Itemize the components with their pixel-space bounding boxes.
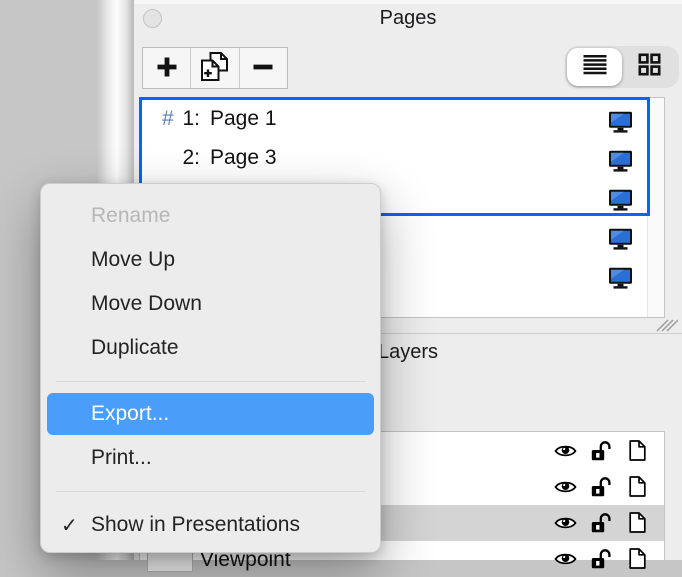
panel-top-edge (134, 0, 682, 4)
pages-panel-title: Pages (134, 7, 682, 30)
menu-item-label: Rename (91, 204, 170, 228)
page-list-item-2[interactable]: 2: Page 3 (140, 138, 646, 177)
grid-view-button[interactable] (622, 48, 677, 86)
menu-item-label: Duplicate (91, 336, 179, 360)
page-name: Page 3 (210, 138, 277, 177)
menu-separator (56, 491, 365, 492)
unlocked-padlock-icon[interactable] (591, 548, 611, 574)
remove-page-button[interactable] (240, 48, 287, 88)
menu-item-move-up[interactable]: Move Up (41, 238, 380, 282)
menu-item-label: Move Down (91, 292, 202, 316)
document-icon[interactable] (629, 476, 646, 502)
unlocked-padlock-icon[interactable] (591, 476, 611, 502)
menu-item-duplicate[interactable]: Duplicate (41, 326, 380, 370)
checkmark-icon: ✓ (61, 513, 78, 538)
list-view-icon (582, 54, 608, 80)
page-number: 1: (168, 99, 200, 138)
app-window: Pages (0, 0, 682, 560)
panel-resize-grip[interactable] (652, 317, 678, 337)
menu-item-label: Show in Presentations (91, 513, 300, 537)
eye-icon[interactable] (554, 479, 577, 500)
unlocked-padlock-icon[interactable] (591, 440, 611, 466)
page-name: Page 1 (210, 99, 277, 138)
eye-icon[interactable] (554, 443, 577, 464)
page-number: 2: (168, 138, 200, 177)
document-icon[interactable] (629, 512, 646, 538)
menu-item-label: Move Up (91, 248, 175, 272)
context-menu: Rename Move Up Move Down Duplicate Expor… (40, 183, 381, 553)
plus-icon (154, 54, 180, 83)
minus-icon (250, 54, 276, 83)
menu-item-label: Print... (91, 446, 152, 470)
menu-item-move-down[interactable]: Move Down (41, 282, 380, 326)
page-actions-group (142, 47, 288, 89)
menu-item-label: Export... (91, 402, 169, 426)
view-mode-toggle (565, 46, 679, 88)
menu-item-export[interactable]: Export... (47, 393, 374, 435)
list-view-button[interactable] (567, 48, 622, 86)
menu-item-rename: Rename (41, 194, 380, 238)
page-list-item-1[interactable]: # 1: Page 1 (140, 99, 646, 138)
document-icon[interactable] (629, 440, 646, 466)
grid-view-icon (638, 53, 661, 81)
presentation-monitor-icon[interactable] (608, 263, 633, 302)
menu-item-show-in-presentations[interactable]: ✓ Show in Presentations (41, 503, 380, 547)
menu-item-print[interactable]: Print... (41, 436, 380, 480)
eye-icon[interactable] (554, 551, 577, 572)
scrollbar-track[interactable] (647, 98, 664, 317)
unlocked-padlock-icon[interactable] (591, 512, 611, 538)
document-icon[interactable] (629, 548, 646, 574)
duplicate-page-icon (198, 51, 231, 85)
duplicate-page-button[interactable] (191, 48, 239, 88)
menu-separator (56, 381, 365, 382)
eye-icon[interactable] (554, 515, 577, 536)
add-page-button[interactable] (143, 48, 191, 88)
